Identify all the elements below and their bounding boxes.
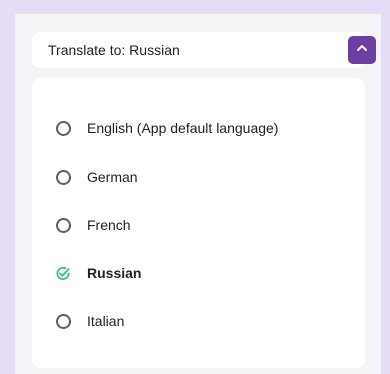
radio-unchecked-icon[interactable] <box>55 169 71 185</box>
language-option-label: French <box>87 217 131 233</box>
language-option-label: German <box>87 169 138 185</box>
language-option-english[interactable]: English (App default language) <box>32 108 365 148</box>
translate-dropdown-header[interactable]: Translate to: Russian <box>32 32 376 68</box>
translate-panel: Translate to: Russian English (App defau… <box>15 14 381 374</box>
check-circle-icon[interactable] <box>55 265 71 281</box>
radio-unchecked-icon[interactable] <box>55 313 71 329</box>
language-option-russian[interactable]: Russian <box>32 253 365 293</box>
chevron-up-icon <box>355 41 369 60</box>
language-option-label: Italian <box>87 313 125 329</box>
language-option-italian[interactable]: Italian <box>32 301 365 341</box>
translate-target-label: Translate to: Russian <box>48 42 180 58</box>
language-option-french[interactable]: French <box>32 205 365 245</box>
language-option-label: English (App default language) <box>87 120 279 136</box>
language-option-german[interactable]: German <box>32 157 365 197</box>
radio-unchecked-icon[interactable] <box>55 120 71 136</box>
radio-unchecked-icon[interactable] <box>55 217 71 233</box>
collapse-toggle-button[interactable] <box>348 36 376 64</box>
language-options-list: English (App default language) German Fr… <box>32 78 365 368</box>
language-option-label: Russian <box>87 265 142 281</box>
